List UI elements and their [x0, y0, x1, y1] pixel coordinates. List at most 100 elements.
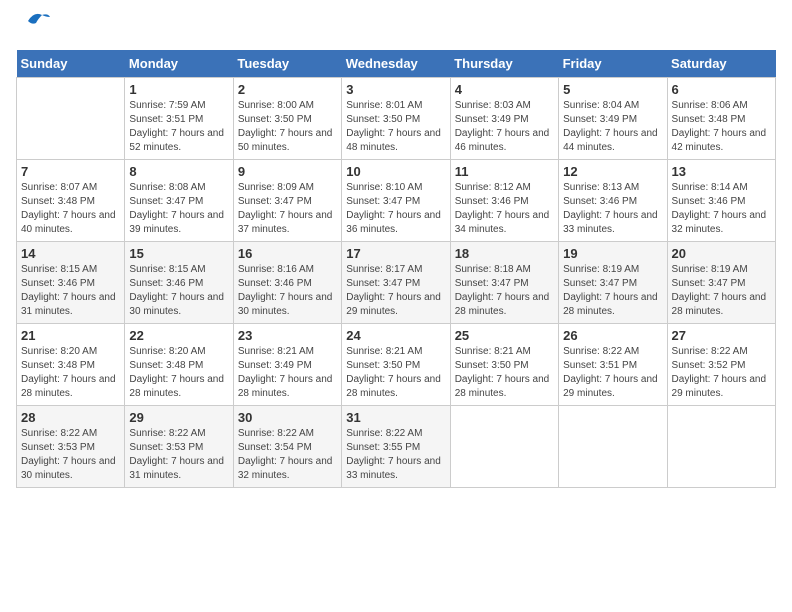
day-number: 23	[238, 328, 337, 343]
day-detail: Sunrise: 8:06 AMSunset: 3:48 PMDaylight:…	[672, 99, 771, 155]
day-detail: Sunrise: 8:17 AMSunset: 3:47 PMDaylight:…	[346, 263, 445, 319]
day-detail: Sunrise: 8:22 AMSunset: 3:51 PMDaylight:…	[563, 345, 662, 401]
calendar-week-row: 1 Sunrise: 7:59 AMSunset: 3:51 PMDaylight…	[17, 78, 776, 160]
day-number: 5	[563, 82, 662, 97]
day-number: 16	[238, 246, 337, 261]
day-detail: Sunrise: 8:10 AMSunset: 3:47 PMDaylight:…	[346, 181, 445, 237]
calendar-cell: 23 Sunrise: 8:21 AMSunset: 3:49 PMDayligh…	[233, 324, 341, 406]
day-detail: Sunrise: 7:59 AMSunset: 3:51 PMDaylight:…	[129, 99, 228, 155]
calendar-cell: 22Sunrise: 8:20 AMSunset: 3:48 PMDayligh…	[125, 324, 233, 406]
calendar-cell	[450, 406, 558, 488]
logo	[16, 20, 52, 40]
day-detail: Sunrise: 8:15 AMSunset: 3:46 PMDaylight:…	[129, 263, 228, 319]
day-detail: Sunrise: 8:16 AMSunset: 3:46 PMDaylight:…	[238, 263, 337, 319]
day-detail: Sunrise: 8:03 AMSunset: 3:49 PMDaylight:…	[455, 99, 554, 155]
day-number: 17	[346, 246, 445, 261]
day-number: 19	[563, 246, 662, 261]
day-number: 20	[672, 246, 771, 261]
day-detail: Sunrise: 8:07 AMSunset: 3:48 PMDaylight:…	[21, 181, 120, 237]
calendar-cell: 13 Sunrise: 8:14 AMSunset: 3:46 PMDayligh…	[667, 160, 775, 242]
day-number: 24	[346, 328, 445, 343]
calendar-cell: 4 Sunrise: 8:03 AMSunset: 3:49 PMDaylight…	[450, 78, 558, 160]
day-detail: Sunrise: 8:20 AMSunset: 3:48 PMDaylight:…	[129, 345, 228, 401]
calendar-cell	[17, 78, 125, 160]
day-detail: Sunrise: 8:19 AMSunset: 3:47 PMDaylight:…	[563, 263, 662, 319]
weekday-header-sunday: Sunday	[17, 50, 125, 78]
day-detail: Sunrise: 8:21 AMSunset: 3:50 PMDaylight:…	[346, 345, 445, 401]
weekday-header-thursday: Thursday	[450, 50, 558, 78]
day-detail: Sunrise: 8:22 AMSunset: 3:53 PMDaylight:…	[21, 427, 120, 483]
header	[16, 16, 776, 40]
day-detail: Sunrise: 8:21 AMSunset: 3:50 PMDaylight:…	[455, 345, 554, 401]
day-detail: Sunrise: 8:08 AMSunset: 3:47 PMDaylight:…	[129, 181, 228, 237]
weekday-header-saturday: Saturday	[667, 50, 775, 78]
day-number: 28	[21, 410, 120, 425]
calendar-week-row: 21 Sunrise: 8:20 AMSunset: 3:48 PMDayligh…	[17, 324, 776, 406]
day-number: 18	[455, 246, 554, 261]
calendar-cell: 18 Sunrise: 8:18 AMSunset: 3:47 PMDayligh…	[450, 242, 558, 324]
calendar-cell: 6 Sunrise: 8:06 AMSunset: 3:48 PMDaylight…	[667, 78, 775, 160]
calendar-week-row: 28 Sunrise: 8:22 AMSunset: 3:53 PMDayligh…	[17, 406, 776, 488]
day-number: 13	[672, 164, 771, 179]
day-number: 11	[455, 164, 554, 179]
day-detail: Sunrise: 8:13 AMSunset: 3:46 PMDaylight:…	[563, 181, 662, 237]
calendar-cell: 21Sunrise: 8:20 AMSunset: 3:48 PMDayligh…	[17, 324, 125, 406]
calendar-week-row: 14 Sunrise: 8:15 AMSunset: 3:46 PMDayligh…	[17, 242, 776, 324]
day-number: 14	[21, 246, 120, 261]
day-number: 29	[129, 410, 228, 425]
calendar-cell: 26Sunrise: 8:22 AMSunset: 3:51 PMDayligh…	[559, 324, 667, 406]
calendar-cell: 30 Sunrise: 8:22 AMSunset: 3:54 PMDayligh…	[233, 406, 341, 488]
calendar-cell: 20 Sunrise: 8:19 AMSunset: 3:47 PMDayligh…	[667, 242, 775, 324]
calendar-table: SundayMondayTuesdayWednesdayThursdayFrid…	[16, 50, 776, 488]
calendar-cell	[667, 406, 775, 488]
weekday-header-wednesday: Wednesday	[342, 50, 450, 78]
day-number: 21	[21, 328, 120, 343]
calendar-cell: 10 Sunrise: 8:10 AMSunset: 3:47 PMDayligh…	[342, 160, 450, 242]
weekday-header-tuesday: Tuesday	[233, 50, 341, 78]
day-detail: Sunrise: 8:22 AMSunset: 3:54 PMDaylight:…	[238, 427, 337, 483]
day-number: 27	[672, 328, 771, 343]
calendar-cell: 3 Sunrise: 8:01 AMSunset: 3:50 PMDaylight…	[342, 78, 450, 160]
day-detail: Sunrise: 8:22 AMSunset: 3:53 PMDaylight:…	[129, 427, 228, 483]
day-detail: Sunrise: 8:22 AMSunset: 3:55 PMDaylight:…	[346, 427, 445, 483]
day-number: 3	[346, 82, 445, 97]
day-number: 6	[672, 82, 771, 97]
calendar-cell: 11Sunrise: 8:12 AMSunset: 3:46 PMDayligh…	[450, 160, 558, 242]
day-detail: Sunrise: 8:14 AMSunset: 3:46 PMDaylight:…	[672, 181, 771, 237]
calendar-cell: 14 Sunrise: 8:15 AMSunset: 3:46 PMDayligh…	[17, 242, 125, 324]
day-detail: Sunrise: 8:09 AMSunset: 3:47 PMDaylight:…	[238, 181, 337, 237]
day-detail: Sunrise: 8:21 AMSunset: 3:49 PMDaylight:…	[238, 345, 337, 401]
calendar-cell: 9Sunrise: 8:09 AMSunset: 3:47 PMDaylight…	[233, 160, 341, 242]
weekday-header-friday: Friday	[559, 50, 667, 78]
day-number: 12	[563, 164, 662, 179]
calendar-cell: 5Sunrise: 8:04 AMSunset: 3:49 PMDaylight…	[559, 78, 667, 160]
calendar-cell	[559, 406, 667, 488]
calendar-cell: 19 Sunrise: 8:19 AMSunset: 3:47 PMDayligh…	[559, 242, 667, 324]
day-detail: Sunrise: 8:18 AMSunset: 3:47 PMDaylight:…	[455, 263, 554, 319]
logo-bird-icon	[20, 5, 52, 37]
calendar-cell: 1 Sunrise: 7:59 AMSunset: 3:51 PMDaylight…	[125, 78, 233, 160]
day-number: 2	[238, 82, 337, 97]
day-detail: Sunrise: 8:22 AMSunset: 3:52 PMDaylight:…	[672, 345, 771, 401]
day-number: 8	[129, 164, 228, 179]
day-detail: Sunrise: 8:00 AMSunset: 3:50 PMDaylight:…	[238, 99, 337, 155]
day-detail: Sunrise: 8:15 AMSunset: 3:46 PMDaylight:…	[21, 263, 120, 319]
day-number: 31	[346, 410, 445, 425]
day-number: 15	[129, 246, 228, 261]
day-detail: Sunrise: 8:19 AMSunset: 3:47 PMDaylight:…	[672, 263, 771, 319]
calendar-cell: 2 Sunrise: 8:00 AMSunset: 3:50 PMDaylight…	[233, 78, 341, 160]
calendar-cell: 28 Sunrise: 8:22 AMSunset: 3:53 PMDayligh…	[17, 406, 125, 488]
calendar-cell: 24 Sunrise: 8:21 AMSunset: 3:50 PMDayligh…	[342, 324, 450, 406]
weekday-header-row: SundayMondayTuesdayWednesdayThursdayFrid…	[17, 50, 776, 78]
day-number: 1	[129, 82, 228, 97]
calendar-cell: 17 Sunrise: 8:17 AMSunset: 3:47 PMDayligh…	[342, 242, 450, 324]
day-number: 10	[346, 164, 445, 179]
calendar-cell: 15 Sunrise: 8:15 AMSunset: 3:46 PMDayligh…	[125, 242, 233, 324]
day-number: 30	[238, 410, 337, 425]
calendar-cell: 16 Sunrise: 8:16 AMSunset: 3:46 PMDayligh…	[233, 242, 341, 324]
calendar-cell: 7Sunrise: 8:07 AMSunset: 3:48 PMDaylight…	[17, 160, 125, 242]
day-number: 25	[455, 328, 554, 343]
day-detail: Sunrise: 8:01 AMSunset: 3:50 PMDaylight:…	[346, 99, 445, 155]
day-number: 4	[455, 82, 554, 97]
weekday-header-monday: Monday	[125, 50, 233, 78]
